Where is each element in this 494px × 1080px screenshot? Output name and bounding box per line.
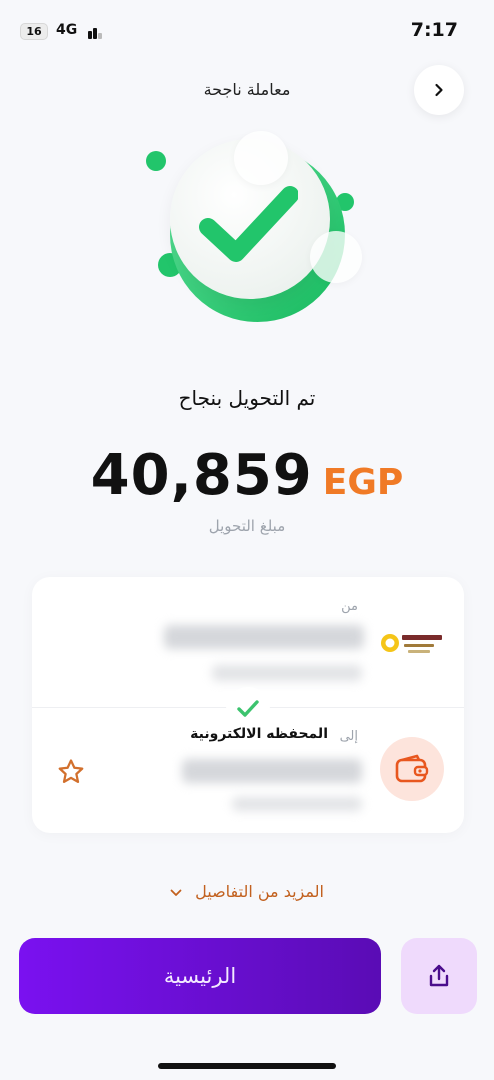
decor-dot [146,151,166,171]
to-label: إلى [339,729,358,744]
checkmark-icon [199,186,298,262]
chevron-right-icon [435,83,443,97]
status-bar: 16 4G 7:17 [0,0,494,60]
home-button[interactable]: الرئيسية [19,938,381,1014]
share-icon [429,964,449,987]
from-label: من [341,599,358,614]
favorite-button[interactable] [52,753,90,791]
signal-icon [88,25,108,39]
more-details-label: المزيد من التفاصيل [195,882,324,901]
redacted-account-number [212,665,362,681]
more-details-toggle[interactable]: المزيد من التفاصيل [0,882,494,901]
home-indicator [158,1063,336,1069]
status-time: 7:17 [410,19,458,41]
check-icon [237,700,259,717]
share-button[interactable] [401,938,477,1014]
success-message: تم التحويل بنجاح [178,386,316,410]
recipient-name: المحفظه الالكترونية [190,726,328,742]
redacted-recipient-number [182,759,362,783]
amount-currency: EGP [322,462,404,503]
network-type: 4G [56,22,78,38]
amount-value: 40,859 [90,443,313,508]
banque-misr-logo [381,634,442,653]
decor-bubble [310,231,362,283]
redacted-recipient-detail [232,797,362,811]
transfer-check-badge [226,687,270,731]
amount-label: مبلغ التحويل [208,517,286,535]
success-illustration [140,125,370,335]
wallet-icon [395,754,429,783]
star-icon [58,759,84,783]
transfer-details-card: من إلى المحفظه الالكترونية [32,577,464,833]
transfer-amount: 40,859 EGP [0,443,494,508]
decor-bubble [234,131,288,185]
recipient-avatar [380,737,444,801]
chevron-down-icon [170,889,182,896]
redacted-account-name [164,625,364,649]
back-button[interactable] [414,65,464,115]
battery-indicator: 16 [20,23,48,40]
